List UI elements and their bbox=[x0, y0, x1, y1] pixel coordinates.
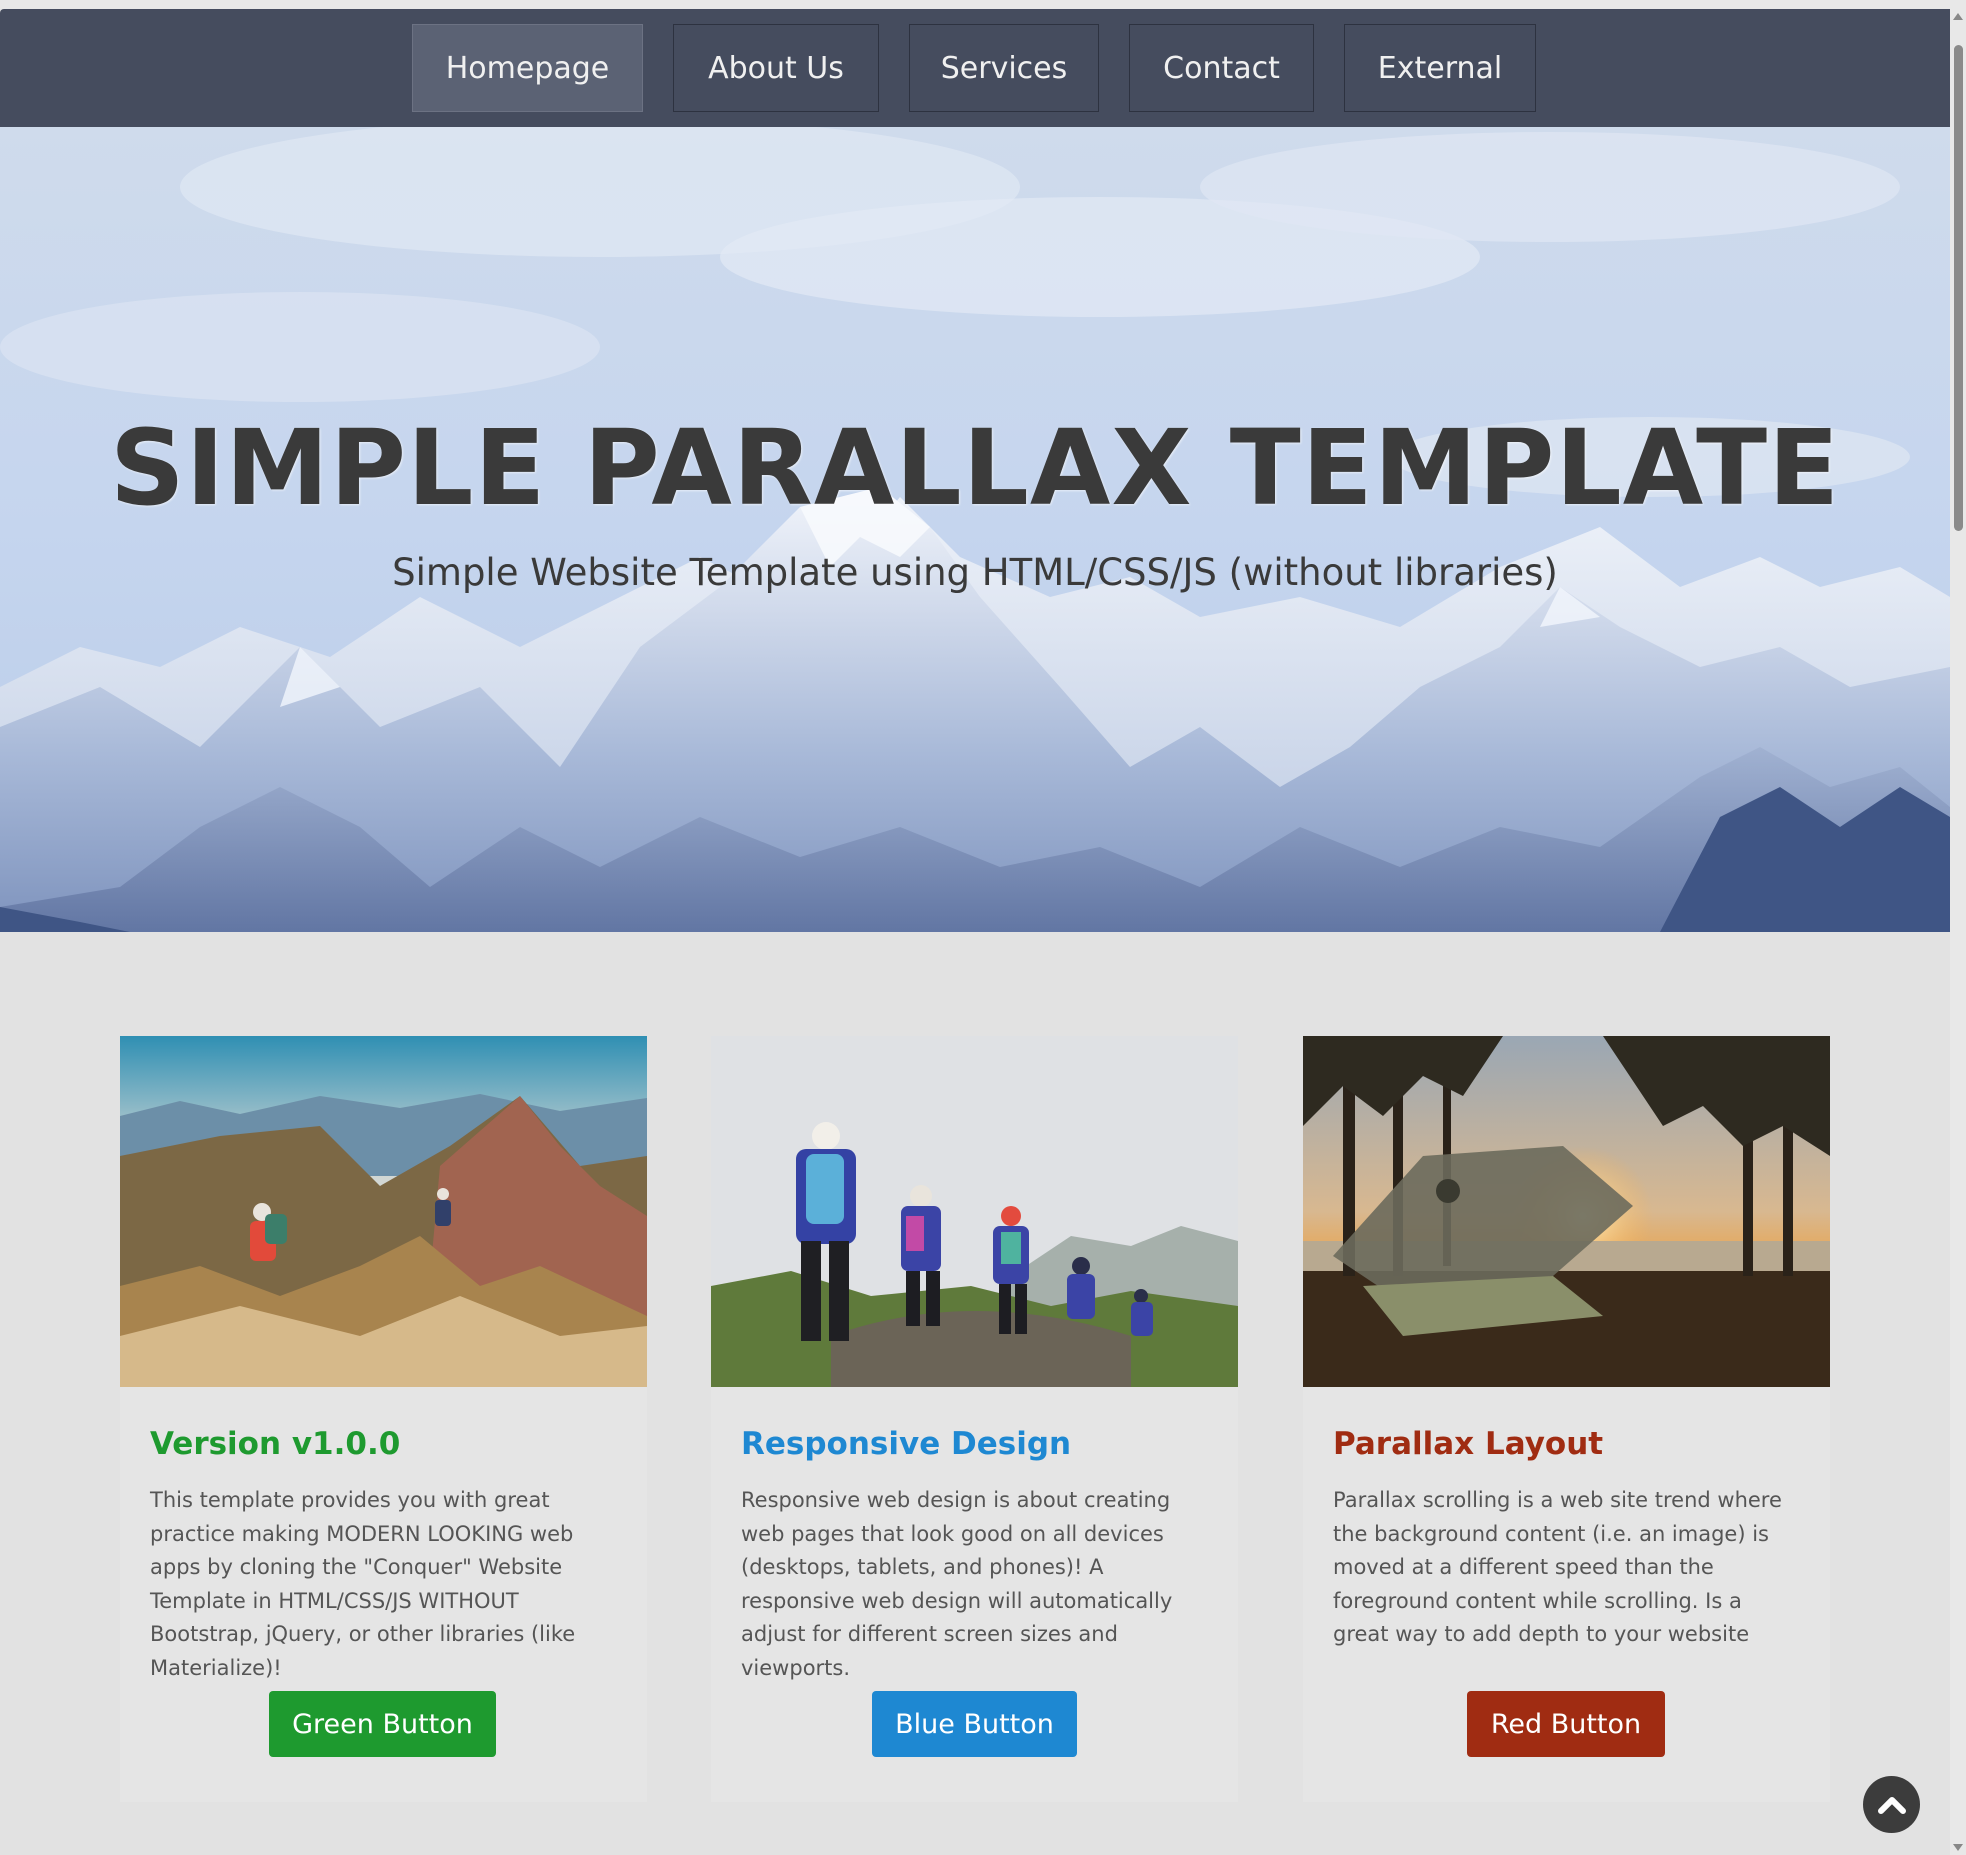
card-text: This template provides you with great pr… bbox=[150, 1488, 576, 1680]
scroll-down-icon[interactable] bbox=[1953, 1844, 1963, 1851]
card-responsive: Responsive Design Responsive web design … bbox=[711, 1036, 1238, 1802]
scrollbar[interactable] bbox=[1950, 9, 1966, 1855]
green-button[interactable]: Green Button bbox=[269, 1691, 496, 1757]
nav-external[interactable]: External bbox=[1344, 24, 1536, 112]
card-title: Version v1.0.0 bbox=[150, 1426, 401, 1462]
nav-homepage[interactable]: Homepage bbox=[412, 24, 643, 112]
blue-button[interactable]: Blue Button bbox=[872, 1691, 1077, 1757]
card-title: Parallax Layout bbox=[1333, 1426, 1604, 1462]
back-to-top-button[interactable] bbox=[1863, 1776, 1920, 1833]
card-image-climbers bbox=[120, 1036, 647, 1387]
red-button[interactable]: Red Button bbox=[1467, 1691, 1665, 1757]
mountain-background-image bbox=[0, 127, 1950, 932]
card-image-tent bbox=[1303, 1036, 1830, 1387]
card-title: Responsive Design bbox=[741, 1426, 1072, 1462]
window-top-strip bbox=[0, 0, 1966, 9]
card-version: Version v1.0.0 This template provides yo… bbox=[120, 1036, 647, 1802]
nav-contact[interactable]: Contact bbox=[1129, 24, 1314, 112]
nav-about-us[interactable]: About Us bbox=[673, 24, 879, 112]
hero-title: SIMPLE PARALLAX TEMPLATE bbox=[109, 407, 1841, 529]
nav-services[interactable]: Services bbox=[909, 24, 1099, 112]
scrollbar-thumb[interactable] bbox=[1954, 45, 1963, 531]
scroll-up-icon[interactable] bbox=[1953, 13, 1963, 20]
card-text: Responsive web design is about creating … bbox=[741, 1488, 1173, 1680]
card-image-hikers bbox=[711, 1036, 1238, 1387]
card-text: Parallax scrolling is a web site trend w… bbox=[1333, 1488, 1782, 1646]
hero-section: SIMPLE PARALLAX TEMPLATE Simple Website … bbox=[0, 127, 1950, 932]
chevron-up-icon bbox=[1877, 1796, 1906, 1814]
card-parallax: Parallax Layout Parallax scrolling is a … bbox=[1303, 1036, 1830, 1802]
hero-subtitle: Simple Website Template using HTML/CSS/J… bbox=[392, 551, 1558, 594]
navbar: Homepage About Us Services Contact Exter… bbox=[0, 9, 1950, 127]
